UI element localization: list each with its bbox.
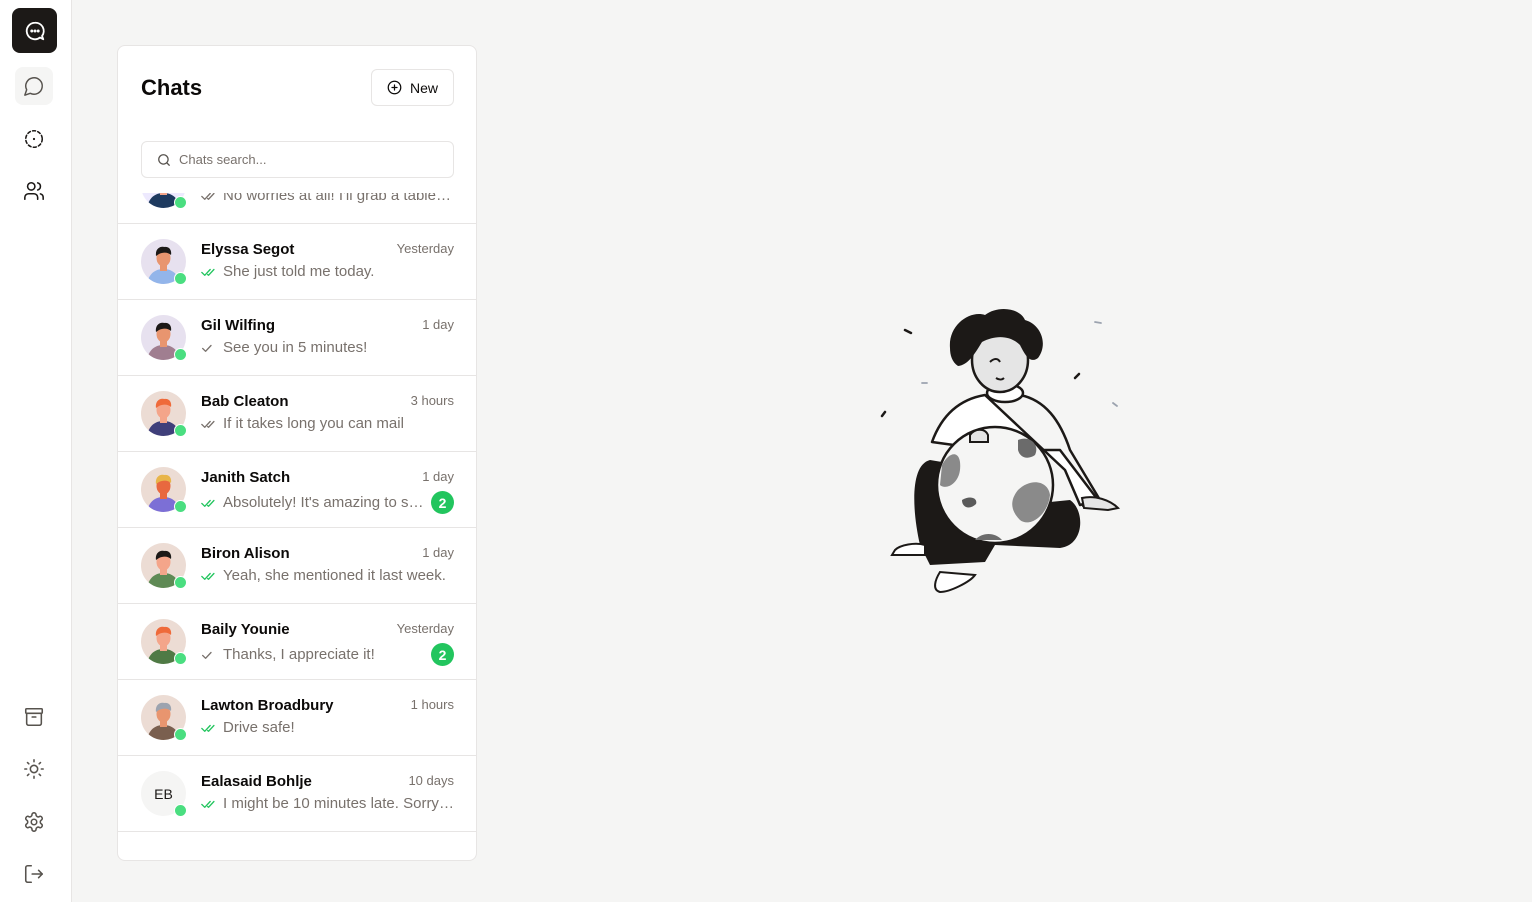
nav-rail [0, 0, 72, 902]
chat-time: Yesterday [396, 241, 454, 256]
chat-list-item[interactable]: Lawton Broadbury 1 hours Drive safe! [118, 680, 476, 756]
users-icon [24, 181, 44, 201]
chat-list-item[interactable]: Bab Cleaton 3 hours If it takes long you… [118, 376, 476, 452]
chat-last-message: No worries at all! I'll grab a table and… [223, 193, 454, 204]
chat-preview-row: See you in 5 minutes! [201, 339, 454, 356]
rail-item-chats[interactable] [15, 67, 53, 105]
chat-list-item[interactable]: Janith Satch 1 day Absolutely! It's amaz… [118, 452, 476, 528]
rail-item-logout[interactable] [12, 852, 56, 896]
chat-bubble-dots-icon [25, 21, 45, 40]
new-chat-label: New [409, 79, 438, 96]
logout-icon [24, 864, 44, 884]
chat-name: Baily Younie [201, 621, 290, 638]
double-check-icon [201, 800, 215, 808]
chat-preview-row: If it takes long you can mail [201, 415, 454, 432]
archive-icon [24, 707, 44, 727]
chat-name: Lawton Broadbury [201, 697, 334, 714]
circle-dashed-icon [24, 129, 44, 149]
panel-title: Chats [141, 75, 203, 100]
chat-list-item[interactable]: Biron Alison 1 day Yeah, she mentioned i… [118, 528, 476, 604]
online-status-dot [174, 348, 187, 361]
rail-item-settings[interactable] [12, 800, 56, 844]
chat-list-item[interactable]: Gil Wilfing 1 day See you in 5 minutes! [118, 300, 476, 376]
chat-last-message: Thanks, I appreciate it! [223, 646, 375, 663]
chat-preview-row: No worries at all! I'll grab a table and… [201, 193, 454, 204]
online-status-dot [174, 500, 187, 513]
chat-list-inner: Hari Negri 2 days No worries at all! I'l… [118, 193, 476, 832]
chat-list[interactable]: Hari Negri 2 days No worries at all! I'l… [118, 193, 476, 860]
double-check-icon [201, 499, 215, 507]
double-check-icon [201, 572, 215, 580]
chat-name: Janith Satch [201, 469, 291, 486]
chat-last-message: I might be 10 minutes late. Sorry about … [223, 795, 454, 812]
rail-item-contacts[interactable] [12, 169, 56, 213]
chats-panel: Chats New Hari Negri 2 days No worries a… [117, 45, 477, 861]
chat-time: Yesterday [396, 621, 454, 636]
chat-time: 1 day [422, 469, 454, 484]
chat-list-item[interactable]: Elyssa Segot Yesterday She just told me … [118, 224, 476, 300]
plus-circle-icon [387, 80, 402, 95]
online-status-dot [174, 728, 187, 741]
online-status-dot [174, 272, 187, 285]
chat-list-item[interactable]: Hari Negri 2 days No worries at all! I'l… [118, 193, 476, 224]
unread-badge: 2 [431, 643, 454, 666]
online-status-dot [174, 652, 187, 665]
chat-preview-row: She just told me today. [201, 263, 454, 280]
chat-last-message: See you in 5 minutes! [223, 339, 368, 356]
chat-preview-row: I might be 10 minutes late. Sorry about … [201, 795, 454, 812]
chat-last-message: If it takes long you can mail [223, 415, 404, 432]
message-circle-icon [24, 77, 43, 96]
gear-icon [24, 812, 44, 832]
chat-preview-row: Absolutely! It's amazing to see how far … [201, 491, 454, 514]
chat-time: 1 hours [410, 697, 454, 712]
double-check-icon [201, 724, 215, 732]
double-check-icon [201, 193, 215, 200]
chat-list-item[interactable]: EB Ealasaid Bohlje 10 days I might be 10… [118, 756, 476, 832]
chat-preview-row: Drive safe! [201, 719, 454, 736]
chat-preview-row: Thanks, I appreciate it! 2 [201, 643, 454, 666]
online-status-dot [174, 424, 187, 437]
chat-time: 3 hours [410, 393, 454, 408]
chat-time: 1 day [422, 545, 454, 560]
chat-list-item[interactable]: Baily Younie Yesterday Thanks, I appreci… [118, 604, 476, 680]
double-check-icon [201, 420, 215, 428]
empty-state-illustration [880, 308, 1121, 594]
check-icon [202, 344, 212, 352]
chat-time: 10 days [408, 773, 454, 788]
rail-item-status[interactable] [12, 117, 56, 161]
chats-search[interactable] [141, 141, 454, 178]
rail-item-theme[interactable] [12, 747, 56, 791]
sun-icon [24, 759, 44, 779]
online-status-dot [174, 804, 187, 817]
chat-name: Elyssa Segot [201, 241, 295, 258]
chats-search-input[interactable] [179, 152, 439, 167]
double-check-icon [201, 268, 215, 276]
chat-preview-row: Yeah, she mentioned it last week. [201, 567, 454, 584]
search-icon [158, 153, 170, 166]
chat-name: Ealasaid Bohlje [201, 773, 312, 790]
chat-last-message: Drive safe! [223, 719, 295, 736]
chat-last-message: She just told me today. [223, 263, 375, 280]
chat-last-message: Absolutely! It's amazing to see how far … [223, 494, 424, 511]
check-icon [202, 651, 212, 659]
online-status-dot [174, 196, 187, 209]
chat-name: Gil Wilfing [201, 317, 276, 334]
rail-item-archive[interactable] [12, 695, 56, 739]
app-logo-button[interactable] [12, 8, 57, 53]
unread-badge: 2 [431, 491, 454, 514]
chat-name: Biron Alison [201, 545, 290, 562]
online-status-dot [174, 576, 187, 589]
new-chat-button[interactable]: New [371, 69, 454, 106]
chat-last-message: Yeah, she mentioned it last week. [223, 567, 446, 584]
chat-name: Bab Cleaton [201, 393, 289, 410]
chat-time: 1 day [422, 317, 454, 332]
